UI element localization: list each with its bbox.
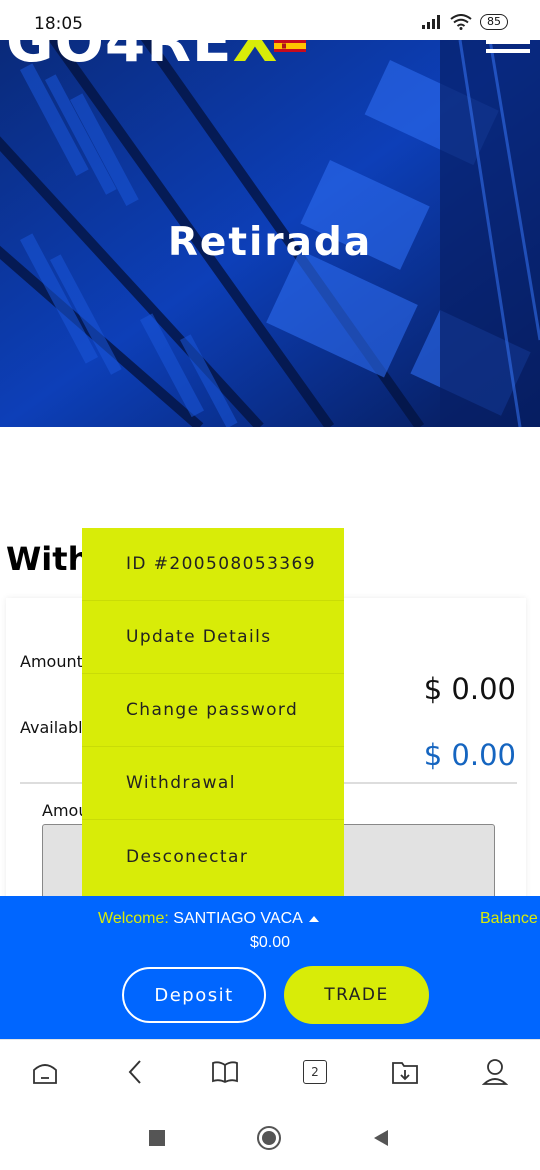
hero-title: Retirada [167, 220, 373, 265]
go4rex-logo[interactable]: GO4REX [6, 40, 278, 74]
browser-toolbar: 2 [0, 1039, 540, 1106]
page-heading: With [6, 540, 91, 578]
home-icon[interactable] [30, 1057, 60, 1087]
menu-hamburger-icon[interactable] [486, 40, 530, 60]
status-time: 18:05 [34, 14, 83, 34]
balance-value: $0.00 [249, 934, 291, 951]
amount-label: Amount [20, 652, 83, 671]
menu-item-withdrawal[interactable]: Withdrawal [82, 747, 344, 820]
account-bottom-bar: Welcome: SANTIAGO VACA Balance $0.00 Dep… [0, 896, 540, 1039]
logo-main-text: GO4RE [6, 40, 233, 74]
caret-up-icon [308, 915, 319, 922]
home-circle-icon[interactable] [256, 1125, 282, 1151]
menu-item-update-details[interactable]: Update Details [82, 601, 344, 674]
downloads-icon[interactable] [390, 1057, 420, 1087]
available-label: Availabl [20, 718, 83, 737]
back-icon[interactable] [120, 1057, 150, 1087]
system-navigation-bar [0, 1105, 540, 1170]
bookmarks-icon[interactable] [210, 1057, 240, 1087]
profile-icon[interactable] [480, 1057, 510, 1087]
account-dropdown-menu: ID #200508053369 Update Details Change p… [82, 528, 344, 896]
amount-value: $ 0.00 [423, 672, 516, 706]
welcome-toggle[interactable]: Welcome: SANTIAGO VACA [98, 910, 319, 928]
tabs-count: 2 [303, 1060, 327, 1084]
signal-icon [422, 15, 440, 29]
logo-accent-text: X [232, 40, 279, 74]
trade-button[interactable]: TRADE [284, 966, 429, 1024]
wifi-icon [450, 14, 472, 30]
status-icons: 85 [422, 14, 508, 30]
menu-item-change-password[interactable]: Change password [82, 674, 344, 747]
back-triangle-icon[interactable] [368, 1125, 394, 1151]
recents-icon[interactable] [144, 1125, 170, 1151]
available-value: $ 0.00 [423, 738, 516, 772]
battery-indicator: 85 [480, 14, 508, 30]
status-bar: 18:05 85 [0, 0, 540, 40]
logo-text: GO4REX [6, 40, 278, 70]
user-name: SANTIAGO VACA [173, 910, 303, 927]
balance-label: Balance [480, 910, 538, 927]
deposit-button[interactable]: Deposit [122, 967, 266, 1023]
tabs-button[interactable]: 2 [300, 1057, 330, 1087]
hero-banner: Retirada [0, 40, 540, 427]
menu-item-logout[interactable]: Desconectar [82, 820, 344, 893]
welcome-prefix: Welcome: [98, 910, 174, 927]
spain-flag-icon[interactable] [274, 40, 306, 52]
menu-item-account-id[interactable]: ID #200508053369 [82, 528, 344, 601]
